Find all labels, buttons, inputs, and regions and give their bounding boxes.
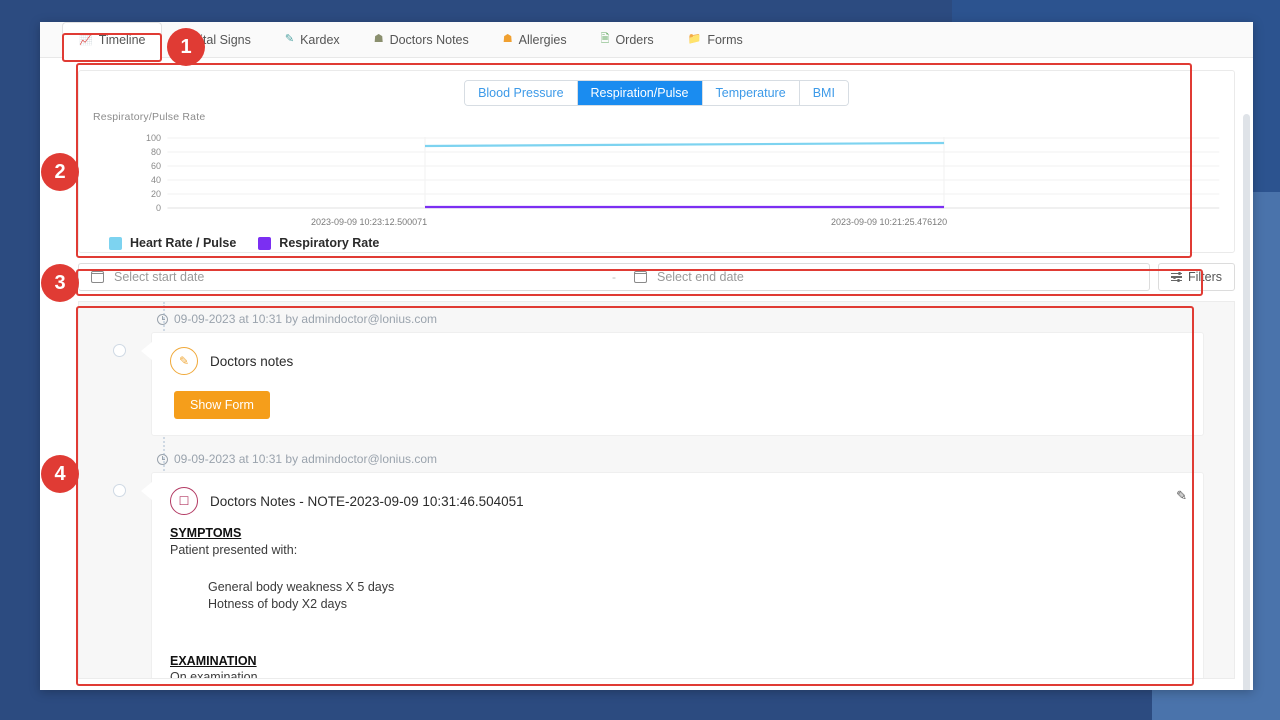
metric-temperature-button[interactable]: Temperature (702, 81, 800, 105)
vitals-metric-toggle-group: Blood Pressure Respiration/Pulse Tempera… (79, 71, 1234, 106)
legend-label-heart-rate: Heart Rate / Pulse (130, 236, 237, 250)
timeline-node-dot (113, 484, 126, 497)
timeline-entry-meta: 09-09-2023 at 10:31 by admindoctor@loniu… (157, 452, 1204, 466)
timeline-entry: 09-09-2023 at 10:31 by admindoctor@loniu… (113, 452, 1204, 679)
note-icon: ☐ (170, 487, 198, 515)
timeline-card-title: Doctors Notes - NOTE-2023-09-09 10:31:46… (210, 493, 524, 509)
note-spacer (170, 613, 1185, 633)
tab-kardex-label: Kardex (300, 32, 340, 47)
respiratory-pulse-line-chart: 100 80 60 40 20 0 2023-09-09 10:23:12.50… (79, 129, 1234, 239)
note-symptom-item: General body weakness X 5 days (208, 579, 395, 594)
filter-icon (1170, 271, 1182, 283)
date-range-separator: - (611, 270, 616, 284)
edit-square-icon: ✎ (284, 33, 295, 45)
legend-item-respiratory-rate[interactable]: Respiratory Rate (258, 236, 379, 250)
metric-blood-pressure-button[interactable]: Blood Pressure (465, 81, 578, 105)
date-range-group: Select start date - Select end date (78, 263, 1150, 291)
filters-button-label: Filters (1187, 270, 1222, 284)
timeline-entry-meta-text: 09-09-2023 at 10:31 by admindoctor@loniu… (174, 452, 438, 466)
timeline-card-doctors-notes-form[interactable]: ✎ Doctors notes Show Form (151, 332, 1204, 436)
start-date-input[interactable]: Select start date (79, 264, 606, 290)
note-symptoms-intro: Patient presented with: (170, 542, 298, 557)
y-tick-20: 20 (150, 189, 161, 199)
date-filter-row: Select start date - Select end date Filt… (78, 263, 1235, 291)
note-examination-intro: On examination (170, 670, 258, 679)
legend-label-respiratory-rate: Respiratory Rate (279, 236, 380, 250)
timeline-card-header: ☐ Doctors Notes - NOTE-2023-09-09 10:31:… (170, 487, 1185, 515)
tab-bar: 📈 Timeline ♥ Vital Signs ✎ Kardex ☗ Doct… (40, 22, 1253, 58)
legend-item-heart-rate[interactable]: Heart Rate / Pulse (109, 236, 236, 250)
timeline-card-arrow (141, 342, 152, 360)
folder-icon: 📁 (687, 33, 702, 45)
timeline-card-title: Doctors notes (210, 353, 294, 369)
y-tick-80: 80 (150, 147, 161, 157)
clock-icon (157, 453, 168, 465)
timeline-card-doctors-note[interactable]: ✎ ☐ Doctors Notes - NOTE-2023-09-09 10:3… (151, 472, 1204, 679)
chart-title: Respiratory/Pulse Rate (93, 111, 206, 123)
y-tick-0: 0 (155, 203, 161, 213)
tab-allergies-label: Allergies (518, 32, 567, 47)
tab-forms-label: Forms (707, 32, 743, 47)
clock-icon (157, 313, 168, 325)
timeline-list[interactable]: 09-09-2023 at 10:31 by admindoctor@loniu… (78, 301, 1235, 679)
note-examination-heading: EXAMINATION (170, 653, 257, 668)
metric-bmi-button[interactable]: BMI (799, 81, 848, 105)
legend-swatch-respiratory-rate (258, 236, 272, 250)
end-date-placeholder: Select end date (656, 270, 744, 284)
tab-timeline-label: Timeline (98, 33, 146, 47)
annotation-badge-2: 2 (41, 153, 79, 191)
y-tick-60: 60 (150, 161, 161, 171)
timeline-entry-meta-text: 09-09-2023 at 10:31 by admindoctor@loniu… (174, 312, 438, 326)
line-chart-icon: 📈 (79, 33, 93, 46)
vertical-scrollbar-thumb[interactable] (1243, 114, 1250, 690)
tab-orders[interactable]: 🗎 Orders (584, 22, 671, 57)
vertical-scrollbar[interactable] (1243, 114, 1250, 690)
legend-swatch-heart-rate (109, 236, 122, 250)
chart-legend: Heart Rate / Pulse Respiratory Rate (109, 236, 379, 250)
annotation-badge-3: 3 (41, 264, 79, 302)
edit-pencil-square-icon[interactable]: ✎ (1176, 488, 1187, 504)
note-body: SYMPTOMS Patient presented with: General… (170, 525, 1185, 679)
allergy-icon: ☗ (502, 33, 513, 45)
show-form-button[interactable]: Show Form (174, 391, 270, 419)
note-spacer (170, 633, 1185, 653)
tab-forms[interactable]: 📁 Forms (671, 22, 760, 57)
tab-doctors-notes[interactable]: ☗ Doctors Notes (357, 22, 486, 57)
patient-record-window: 📈 Timeline ♥ Vital Signs ✎ Kardex ☗ Doct… (40, 22, 1253, 690)
vitals-chart-panel: Blood Pressure Respiration/Pulse Tempera… (78, 70, 1235, 253)
timeline-card-arrow (141, 482, 152, 500)
stethoscope-icon: ☗ (373, 33, 384, 45)
note-symptoms-heading: SYMPTOMS (170, 526, 242, 540)
filters-button[interactable]: Filters (1157, 263, 1235, 291)
y-tick-40: 40 (150, 175, 161, 185)
tab-content-timeline: Blood Pressure Respiration/Pulse Tempera… (40, 70, 1253, 690)
tab-timeline[interactable]: 📈 Timeline (62, 22, 163, 58)
calendar-icon (90, 271, 105, 283)
tab-orders-label: Orders (615, 32, 654, 47)
x-tick-label-1: 2023-09-09 10:23:12.500071 (311, 217, 428, 227)
timeline-card-header: ✎ Doctors notes (170, 347, 1185, 375)
annotation-badge-1: 1 (167, 28, 205, 66)
file-icon: 🗎 (600, 33, 610, 45)
tab-allergies[interactable]: ☗ Allergies (486, 22, 584, 57)
end-date-input[interactable]: Select end date (622, 264, 1149, 290)
desktop-background-bottom (0, 690, 1152, 720)
tab-doctors-notes-label: Doctors Notes (389, 32, 469, 47)
x-tick-label-2: 2023-09-09 10:21:25.476120 (831, 217, 948, 227)
note-symptom-item: Hotness of body X2 days (208, 596, 347, 611)
tab-kardex[interactable]: ✎ Kardex (268, 22, 357, 57)
metric-respiration-pulse-button[interactable]: Respiration/Pulse (577, 81, 703, 105)
timeline-entry: 09-09-2023 at 10:31 by admindoctor@loniu… (113, 312, 1204, 436)
y-tick-100: 100 (145, 133, 161, 143)
annotation-badge-4: 4 (41, 455, 79, 493)
start-date-placeholder: Select start date (114, 270, 205, 284)
note-spacer (170, 559, 1185, 579)
edit-note-icon: ✎ (170, 347, 198, 375)
timeline-entry-meta: 09-09-2023 at 10:31 by admindoctor@loniu… (157, 312, 1204, 326)
timeline-node-dot (113, 344, 126, 357)
calendar-icon (633, 271, 648, 283)
